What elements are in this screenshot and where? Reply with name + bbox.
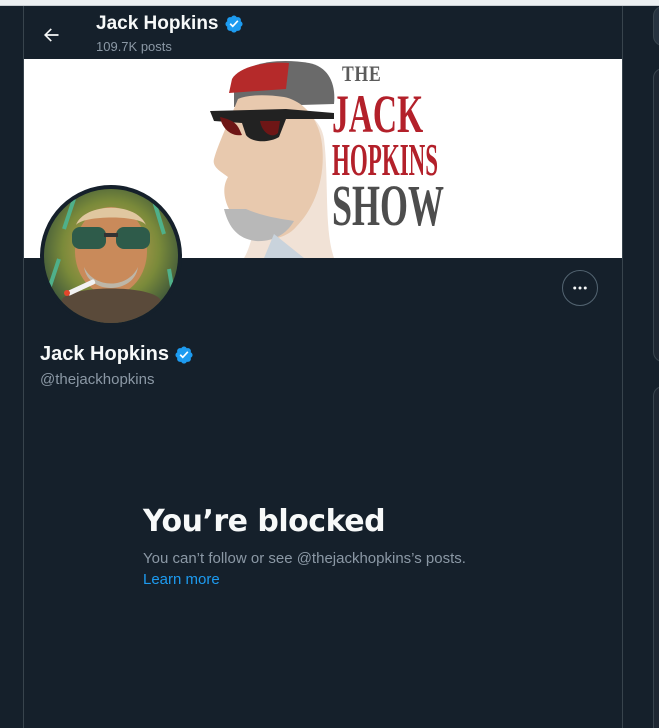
banner-title-line: JACK <box>332 84 424 144</box>
banner-show-title: THE JACK HOPKINS SHOW <box>332 63 452 235</box>
sidebar-card <box>653 386 659 728</box>
header-title: Jack Hopkins <box>96 13 244 35</box>
blocked-message: You can’t follow or see @thejackhopkins’… <box>143 550 466 567</box>
header-posts-count: 109.7K posts <box>96 39 172 54</box>
profile-column: Jack Hopkins 109.7K posts THE JACK HOPKI… <box>24 6 622 728</box>
blocked-title: You’re blocked <box>143 504 386 539</box>
more-options-button[interactable] <box>562 270 598 306</box>
banner-title-line: SHOW <box>332 173 444 238</box>
sidebar-card <box>653 68 659 362</box>
header-name-text: Jack Hopkins <box>96 13 219 34</box>
verified-badge-icon <box>224 15 243 33</box>
more-horizontal-icon <box>573 286 587 290</box>
profile-name: Jack Hopkins <box>40 343 194 366</box>
banner-title-line: THE <box>342 61 382 86</box>
arrow-left-icon <box>44 28 59 42</box>
sidebar-search-box[interactable] <box>653 6 659 46</box>
learn-more-link[interactable]: Learn more <box>143 571 220 588</box>
verified-badge-icon[interactable] <box>174 345 194 365</box>
column-divider-right <box>622 6 623 728</box>
avatar-portrait-illustration <box>44 189 178 323</box>
profile-avatar[interactable] <box>40 185 182 327</box>
profile-name-text: Jack Hopkins <box>40 343 169 365</box>
profile-header-bar: Jack Hopkins 109.7K posts <box>24 6 622 59</box>
profile-handle: @thejackhopkins <box>40 371 155 388</box>
back-button[interactable] <box>34 18 68 52</box>
